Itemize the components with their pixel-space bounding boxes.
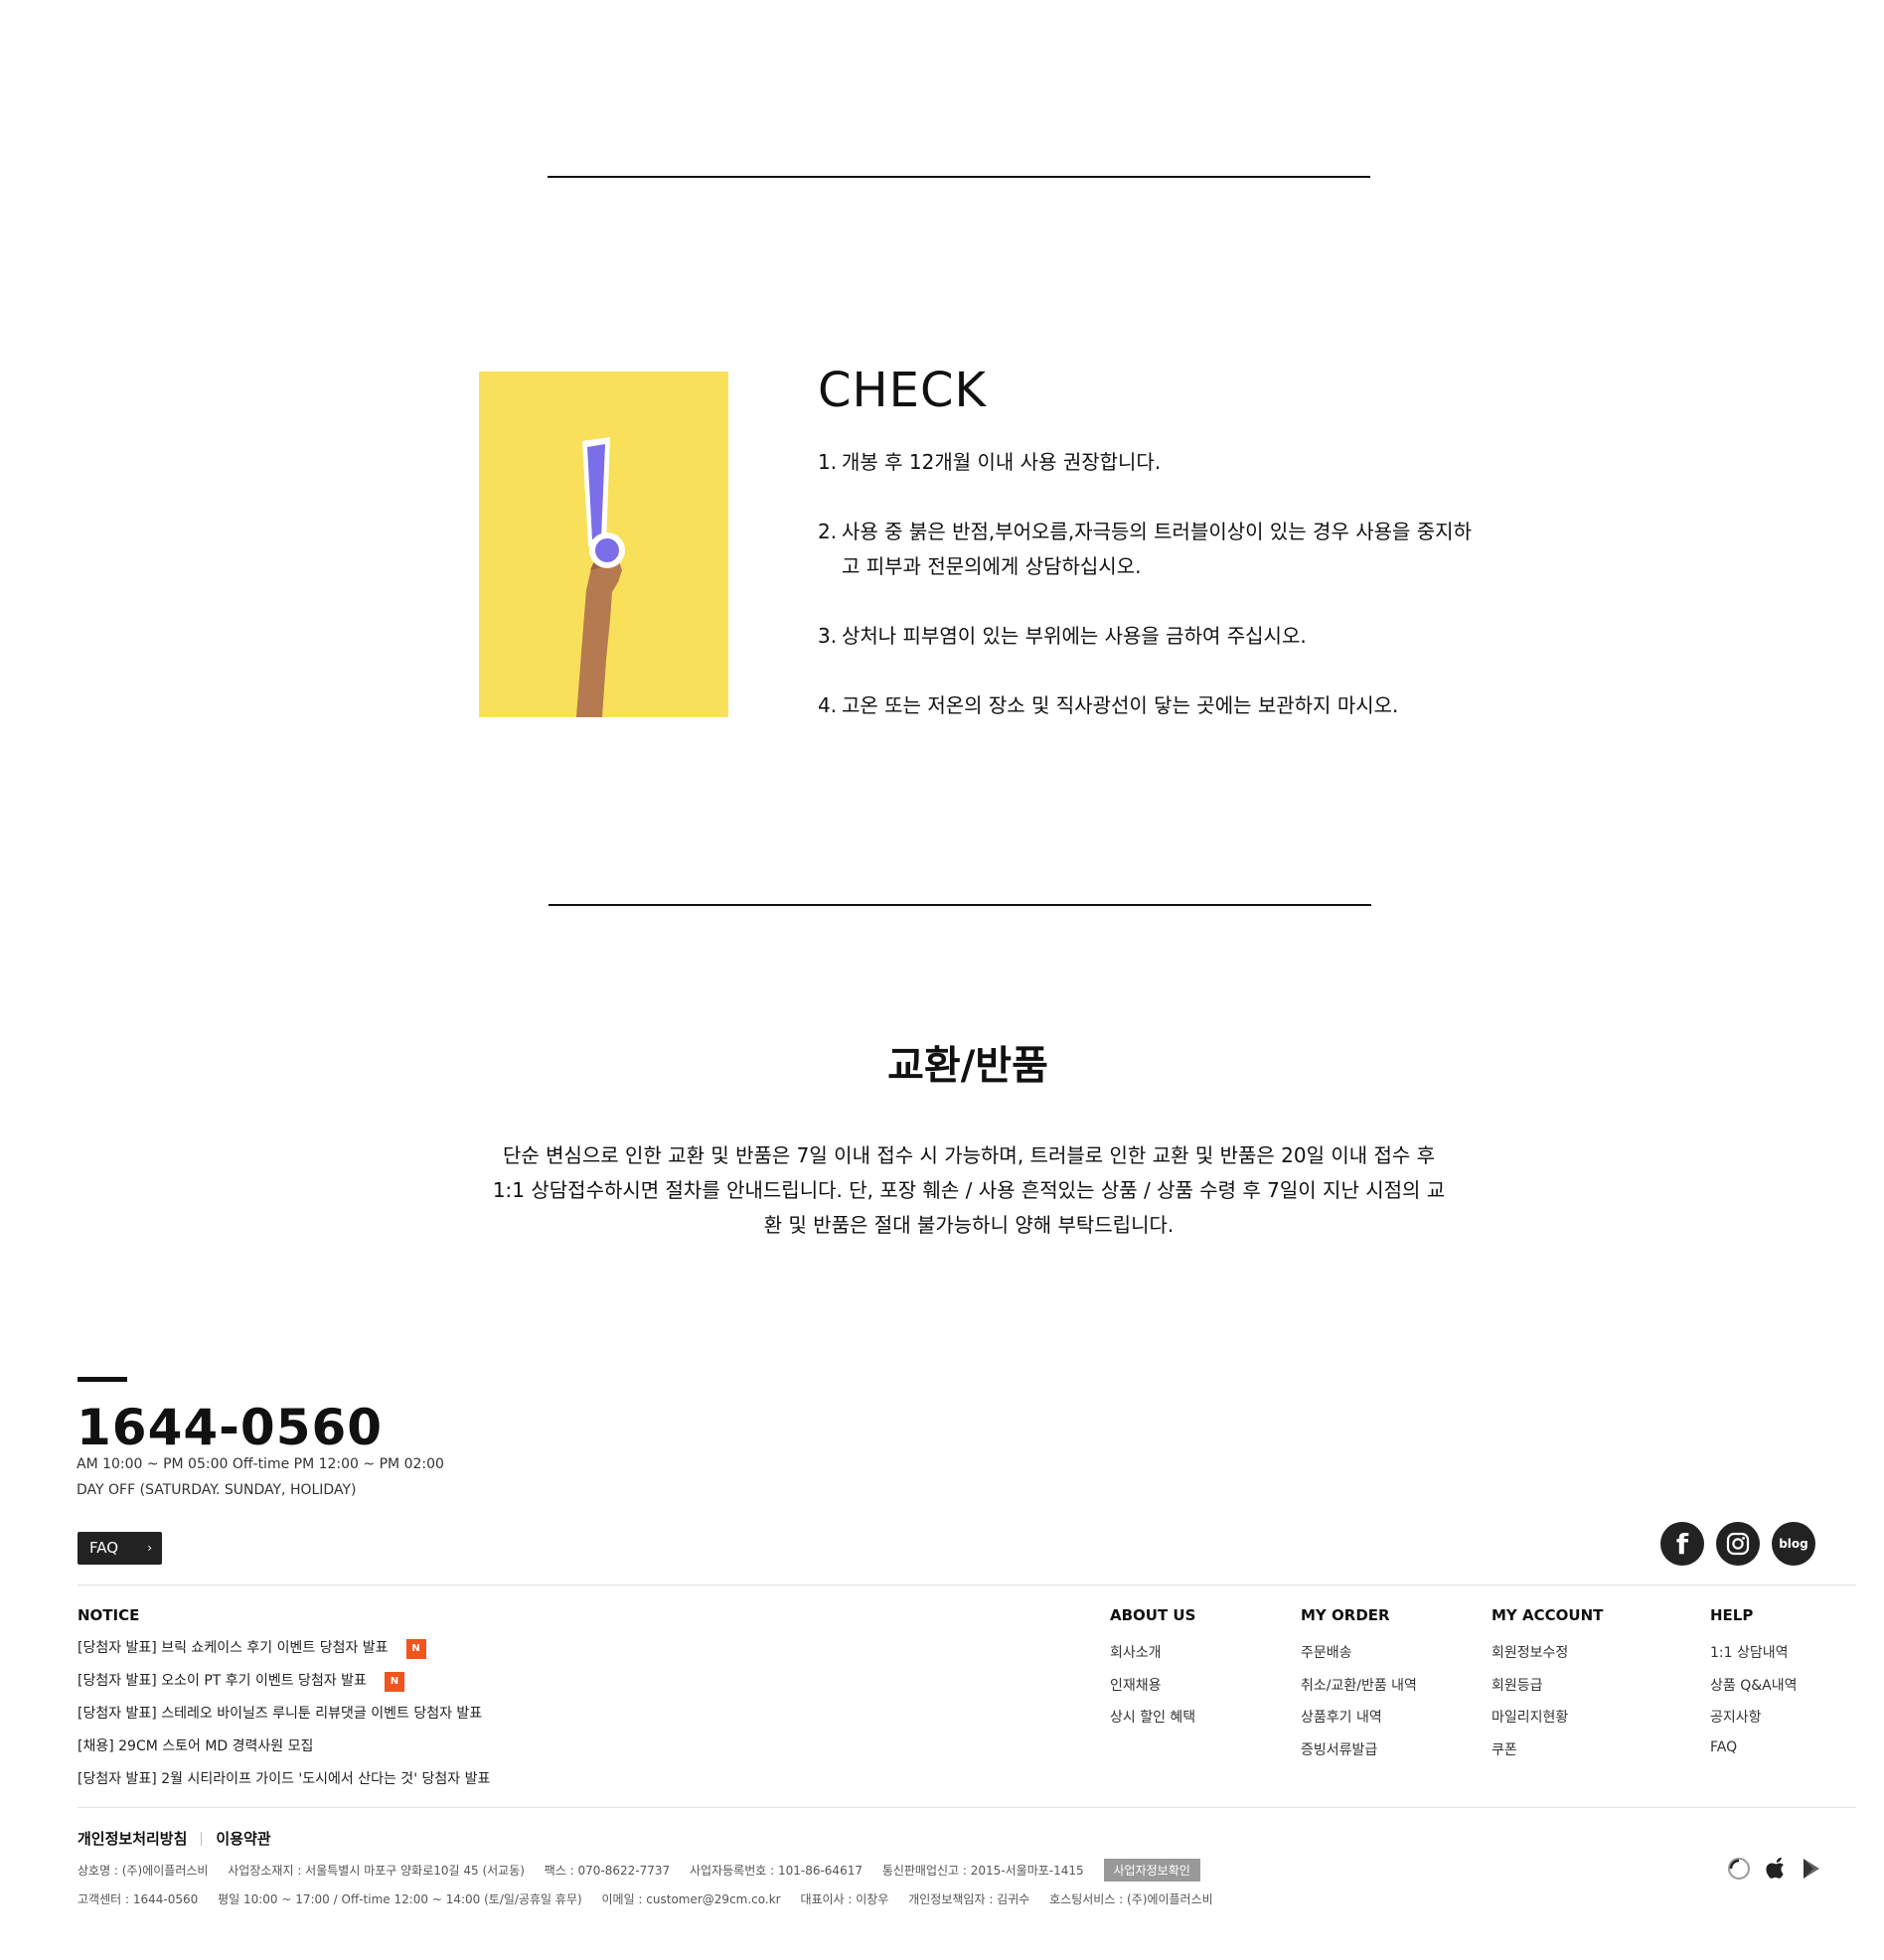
- biz-hosting: 호스팅서비스 : (주)에이플러스비: [1049, 1892, 1213, 1906]
- faq-button-label: FAQ: [89, 1539, 119, 1557]
- phone-accent-bar: [78, 1377, 127, 1382]
- biz-fax: 팩스 : 070-8622-7737: [544, 1864, 671, 1878]
- my-order-title: MY ORDER: [1301, 1606, 1390, 1624]
- footer-link-grade[interactable]: 회원등급: [1492, 1675, 1568, 1708]
- circle-glyph: [1728, 1858, 1750, 1880]
- instagram-glyph: [1726, 1532, 1750, 1556]
- footer-divider-top: [78, 1584, 1856, 1585]
- check-item-number: 2.: [818, 520, 838, 543]
- check-item-number: 3.: [818, 624, 838, 648]
- blog-icon[interactable]: blog: [1772, 1522, 1815, 1566]
- footer-link-discount[interactable]: 상시 할인 혜택: [1110, 1707, 1195, 1739]
- privacy-policy-link[interactable]: 개인정보처리방침: [78, 1830, 187, 1848]
- help-title: HELP: [1710, 1606, 1754, 1624]
- check-item: 2. 사용 중 붉은 반점,부어오름,자극등의 트러블이상이 있는 경우 사용을 …: [818, 515, 1474, 584]
- new-badge: N: [405, 1639, 426, 1659]
- legal-links: 개인정보처리방침 이용약관: [78, 1828, 271, 1849]
- help-links: 1:1 상담내역 상품 Q&A내역 공지사항 FAQ: [1710, 1642, 1797, 1771]
- business-info-line1: 상호명 : (주)에이플러스비 사업장소재지 : 서울특별시 마포구 양화로10…: [78, 1859, 1216, 1882]
- exchange-body: 단순 변심으로 인한 교환 및 반품은 7일 이내 접수 시 가능하며, 트러블…: [492, 1143, 1446, 1237]
- biz-company: 상호명 : (주)에이플러스비: [78, 1864, 209, 1878]
- footer-link-reviews[interactable]: 상품후기 내역: [1301, 1707, 1417, 1739]
- chevron-right-icon: ›: [147, 1541, 152, 1555]
- business-hours: AM 10:00 ~ PM 05:00 Off-time PM 12:00 ~ …: [77, 1456, 444, 1472]
- my-account-title: MY ACCOUNT: [1492, 1606, 1604, 1624]
- notice-item-text: [당첨자 발표] 브릭 쇼케이스 후기 이벤트 당첨자 발표: [78, 1640, 389, 1656]
- footer-link-qna[interactable]: 상품 Q&A내역: [1710, 1675, 1797, 1708]
- instagram-icon[interactable]: [1716, 1522, 1760, 1566]
- footer-link-company[interactable]: 회사소개: [1110, 1642, 1195, 1675]
- apple-icon[interactable]: [1763, 1856, 1789, 1882]
- biz-cs: 고객센터 : 1644-0560: [78, 1892, 199, 1906]
- notice-item[interactable]: [당첨자 발표] 스테레오 바이닐즈 루니툰 리뷰댓글 이벤트 당첨자 발표: [78, 1705, 490, 1737]
- biz-hours: 평일 10:00 ~ 17:00 / Off-time 12:00 ~ 14:0…: [218, 1892, 582, 1906]
- footer-link-orders[interactable]: 주문배송: [1301, 1642, 1417, 1675]
- footer-link-notice[interactable]: 공지사항: [1710, 1707, 1797, 1739]
- footer-link-returns[interactable]: 취소/교환/반품 내역: [1301, 1675, 1417, 1708]
- notice-list: [당첨자 발표] 브릭 쇼케이스 후기 이벤트 당첨자 발표 N [당첨자 발표…: [78, 1639, 490, 1803]
- check-item-text: 고온 또는 저온의 장소 및 직사광선이 닿는 곳에는 보관하지 마시오.: [842, 693, 1399, 717]
- divider-top: [548, 176, 1370, 178]
- terms-link[interactable]: 이용약관: [216, 1830, 270, 1848]
- legal-separator: [201, 1832, 203, 1846]
- footer-link-faq[interactable]: FAQ: [1710, 1739, 1797, 1772]
- divider-middle: [549, 904, 1371, 906]
- day-off: DAY OFF (SATURDAY. SUNDAY, HOLIDAY): [77, 1482, 357, 1498]
- check-item-number: 4.: [818, 693, 838, 717]
- check-item-text: 상처나 피부염이 있는 부위에는 사용을 금하여 주십시오.: [842, 624, 1307, 648]
- footer-link-profile[interactable]: 회원정보수정: [1492, 1642, 1568, 1675]
- notice-item-text: [당첨자 발표] 오소이 PT 후기 이벤트 당첨자 발표: [78, 1673, 367, 1689]
- blog-glyph: blog: [1779, 1537, 1808, 1551]
- check-item-number: 1.: [818, 450, 838, 474]
- play-glyph: [1804, 1859, 1819, 1879]
- footer-link-receipts[interactable]: 증빙서류발급: [1301, 1739, 1417, 1772]
- notice-item[interactable]: [당첨자 발표] 오소이 PT 후기 이벤트 당첨자 발표 N: [78, 1672, 490, 1705]
- footer-link-mileage[interactable]: 마일리지현황: [1492, 1707, 1568, 1739]
- exclamation-hand-icon: [479, 372, 728, 717]
- biz-email: 이메일 : customer@29cm.co.kr: [601, 1892, 781, 1906]
- notice-item-text: [당첨자 발표] 2월 시티라이프 가이드 '도시에서 산다는 것' 당첨자 발…: [78, 1771, 491, 1787]
- loading-circle-icon[interactable]: [1726, 1856, 1752, 1882]
- check-title: CHECK: [818, 363, 987, 418]
- footer-link-coupon[interactable]: 쿠폰: [1492, 1739, 1568, 1772]
- about-us-title: ABOUT US: [1110, 1606, 1196, 1624]
- footer-divider-bottom: [78, 1807, 1856, 1808]
- about-us-links: 회사소개 인재채용 상시 할인 혜택: [1110, 1642, 1195, 1739]
- check-item-text: 사용 중 붉은 반점,부어오름,자극등의 트러블이상이 있는 경우 사용을 중지…: [842, 520, 1472, 578]
- check-item: 1. 개봉 후 12개월 이내 사용 권장합니다.: [818, 445, 1474, 480]
- facebook-glyph: f: [1675, 1527, 1689, 1561]
- exchange-title: 교환/반품: [887, 1043, 1048, 1089]
- new-badge: N: [384, 1672, 404, 1692]
- facebook-icon[interactable]: f: [1660, 1522, 1704, 1566]
- footer-link-inquiry[interactable]: 1:1 상담내역: [1710, 1642, 1797, 1675]
- business-info-line2: 고객센터 : 1644-0560 평일 10:00 ~ 17:00 / Off-…: [78, 1890, 1229, 1907]
- biz-ceo: 대표이사 : 이창우: [800, 1892, 889, 1906]
- notice-item[interactable]: [채용] 29CM 스토어 MD 경력사원 모집: [78, 1737, 490, 1770]
- biz-ecommerce: 통신판매업신고 : 2015-서울마포-1415: [881, 1864, 1084, 1878]
- faq-button[interactable]: FAQ ›: [78, 1532, 162, 1565]
- apple-glyph: [1766, 1857, 1784, 1879]
- footer-link-careers[interactable]: 인재채용: [1110, 1675, 1195, 1708]
- notice-title: NOTICE: [78, 1606, 140, 1624]
- notice-item-text: [채용] 29CM 스토어 MD 경력사원 모집: [78, 1738, 314, 1754]
- customer-phone: 1644-0560: [77, 1399, 384, 1456]
- check-item: 4. 고온 또는 저온의 장소 및 직사광선이 닿는 곳에는 보관하지 마시오.: [818, 688, 1474, 723]
- biz-address: 사업장소재지 : 서울특별시 마포구 양화로10길 45 (서교동): [228, 1864, 525, 1878]
- check-illustration: [479, 372, 728, 717]
- check-list: 1. 개봉 후 12개월 이내 사용 권장합니다. 2. 사용 중 붉은 반점,부어…: [818, 445, 1474, 758]
- check-item: 3. 상처나 피부염이 있는 부위에는 사용을 금하여 주십시오.: [818, 619, 1474, 654]
- check-item-text: 개봉 후 12개월 이내 사용 권장합니다.: [842, 450, 1162, 474]
- biz-privacy-officer: 개인정보책임자 : 김귀수: [908, 1892, 1030, 1906]
- biz-registration: 사업자등록번호 : 101-86-64617: [690, 1864, 863, 1878]
- biz-info-check-button[interactable]: 사업자정보확인: [1103, 1859, 1200, 1882]
- notice-item[interactable]: [당첨자 발표] 2월 시티라이프 가이드 '도시에서 산다는 것' 당첨자 발…: [78, 1770, 490, 1803]
- notice-item-text: [당첨자 발표] 스테레오 바이닐즈 루니툰 리뷰댓글 이벤트 당첨자 발표: [78, 1706, 483, 1722]
- my-order-links: 주문배송 취소/교환/반품 내역 상품후기 내역 증빙서류발급: [1301, 1642, 1417, 1771]
- my-account-links: 회원정보수정 회원등급 마일리지현황 쿠폰: [1492, 1642, 1568, 1771]
- notice-item[interactable]: [당첨자 발표] 브릭 쇼케이스 후기 이벤트 당첨자 발표 N: [78, 1639, 490, 1672]
- google-play-icon[interactable]: [1799, 1856, 1824, 1882]
